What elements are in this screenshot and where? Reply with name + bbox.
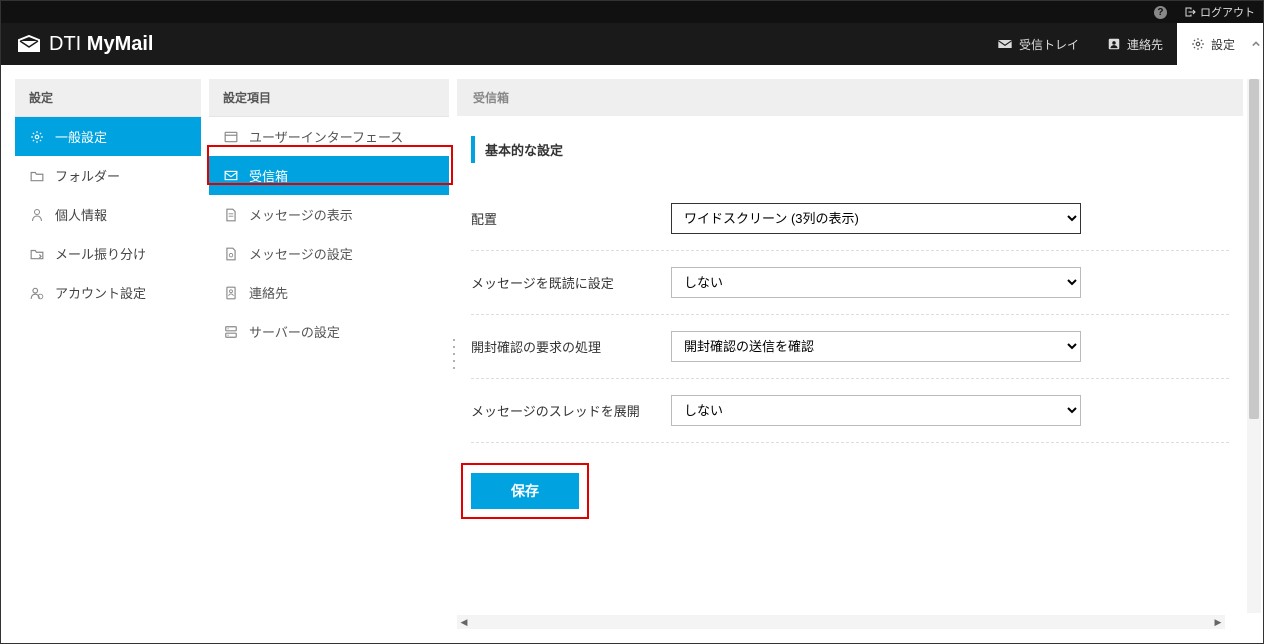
items-list: ユーザーインターフェース 受信箱 メッセージの表示 メッセージの設定 連絡先 [209, 117, 449, 629]
scroll-left-button[interactable]: ◀ [457, 615, 471, 629]
item-contacts[interactable]: 連絡先 [209, 273, 449, 312]
chevron-up-icon [1252, 40, 1260, 48]
main-nav: 受信トレイ 連絡先 設定 [983, 23, 1263, 65]
row-layout: 配置 ワイドスクリーン (3列の表示) [471, 187, 1229, 251]
item-label: メッセージの表示 [249, 205, 353, 224]
logo-text-1: DTI [49, 33, 81, 55]
row-mark-read: メッセージを既読に設定 しない [471, 251, 1229, 315]
horizontal-scrollbar[interactable]: ◀ ▶ [457, 615, 1225, 629]
mail-logo-icon [17, 35, 41, 53]
select-thread[interactable]: しない [671, 395, 1081, 426]
item-label: サーバーの設定 [249, 322, 340, 341]
user-info: ? [1154, 6, 1174, 19]
account-icon [29, 286, 45, 300]
save-wrap: 保存 [471, 473, 579, 509]
item-message-display[interactable]: メッセージの表示 [209, 195, 449, 234]
app-header: DTI MyMail 受信トレイ 連絡先 設定 [1, 23, 1263, 65]
settings-items-column: 設定項目 ユーザーインターフェース 受信箱 メッセージの表示 メッセージの設定 [209, 79, 449, 629]
settings-list: 一般設定 フォルダー 個人情報 メール振り分け アカウント設定 [15, 117, 201, 629]
item-label: ユーザーインターフェース [249, 127, 403, 146]
content-column: 受信箱 基本的な設定 配置 ワイドスクリーン (3列の表示) メッセージを既読に… [457, 79, 1243, 629]
item-label: 受信箱 [249, 166, 288, 185]
save-button[interactable]: 保存 [471, 473, 579, 509]
nav-contacts-label: 連絡先 [1127, 36, 1163, 53]
item-label: メッセージの設定 [249, 244, 353, 263]
server-icon [223, 325, 239, 339]
item-inbox[interactable]: 受信箱 [209, 156, 449, 195]
inbox-icon [997, 38, 1013, 50]
settings-item-folders[interactable]: フォルダー [15, 156, 201, 195]
content-body: 基本的な設定 配置 ワイドスクリーン (3列の表示) メッセージを既読に設定 し… [457, 116, 1243, 629]
contacts-icon [1107, 37, 1121, 51]
label-thread: メッセージのスレッドを展開 [471, 401, 671, 420]
label-receipt: 開封確認の要求の処理 [471, 337, 671, 356]
help-icon[interactable]: ? [1154, 6, 1167, 19]
item-server[interactable]: サーバーの設定 [209, 312, 449, 351]
logout-link[interactable]: ログアウト [1184, 4, 1255, 20]
item-label: 連絡先 [249, 283, 288, 302]
logo-text-2: MyMail [87, 33, 154, 55]
settings-item-identity[interactable]: 個人情報 [15, 195, 201, 234]
mail-icon [223, 170, 239, 181]
select-receipt[interactable]: 開封確認の送信を確認 [671, 331, 1081, 362]
content-header: 受信箱 [457, 79, 1243, 116]
nav-collapse-caret[interactable] [1249, 23, 1263, 65]
nav-settings-label: 設定 [1211, 36, 1235, 53]
settings-item-filters[interactable]: メール振り分け [15, 234, 201, 273]
settings-item-account[interactable]: アカウント設定 [15, 273, 201, 312]
settings-column: 設定 一般設定 フォルダー 個人情報 メール振り分け [15, 79, 201, 629]
folder-arrow-icon [29, 248, 45, 260]
settings-item-general[interactable]: 一般設定 [15, 117, 201, 156]
settings-item-label: フォルダー [55, 166, 120, 185]
select-mark-read[interactable]: しない [671, 267, 1081, 298]
item-ui[interactable]: ユーザーインターフェース [209, 117, 449, 156]
nav-contacts[interactable]: 連絡先 [1093, 23, 1177, 65]
select-layout[interactable]: ワイドスクリーン (3列の表示) [671, 203, 1081, 234]
item-message-settings[interactable]: メッセージの設定 [209, 234, 449, 273]
section-title: 基本的な設定 [471, 136, 1229, 163]
settings-item-label: アカウント設定 [55, 283, 146, 302]
document-view-icon [223, 208, 239, 222]
row-thread: メッセージのスレッドを展開 しない [471, 379, 1229, 443]
top-utility-bar: ? ログアウト [1, 1, 1263, 23]
gear-icon [1191, 37, 1205, 51]
row-receipt: 開封確認の要求の処理 開封確認の送信を確認 [471, 315, 1229, 379]
settings-item-label: 個人情報 [55, 205, 107, 224]
logout-label: ログアウト [1200, 4, 1255, 20]
folder-icon [29, 170, 45, 182]
app-logo: DTI MyMail [17, 33, 153, 56]
window-icon [223, 131, 239, 143]
vertical-scrollbar[interactable] [1247, 79, 1261, 613]
addressbook-icon [223, 286, 239, 300]
settings-item-label: メール振り分け [55, 244, 146, 263]
gear-icon [29, 130, 45, 144]
items-column-header: 設定項目 [209, 79, 449, 117]
settings-item-label: 一般設定 [55, 127, 107, 146]
column-resize-handle[interactable] [453, 339, 459, 369]
label-mark-read: メッセージを既読に設定 [471, 273, 671, 292]
vertical-scrollbar-thumb[interactable] [1249, 79, 1259, 419]
nav-settings[interactable]: 設定 [1177, 23, 1249, 65]
nav-inbox[interactable]: 受信トレイ [983, 23, 1093, 65]
person-icon [29, 208, 45, 222]
settings-column-header: 設定 [15, 79, 201, 117]
nav-inbox-label: 受信トレイ [1019, 36, 1079, 53]
document-gear-icon [223, 247, 239, 261]
scroll-right-button[interactable]: ▶ [1211, 615, 1225, 629]
workspace: 設定 一般設定 フォルダー 個人情報 メール振り分け [1, 65, 1263, 643]
logout-icon [1184, 6, 1196, 18]
user-email-obscured [1171, 6, 1174, 18]
label-layout: 配置 [471, 209, 671, 228]
